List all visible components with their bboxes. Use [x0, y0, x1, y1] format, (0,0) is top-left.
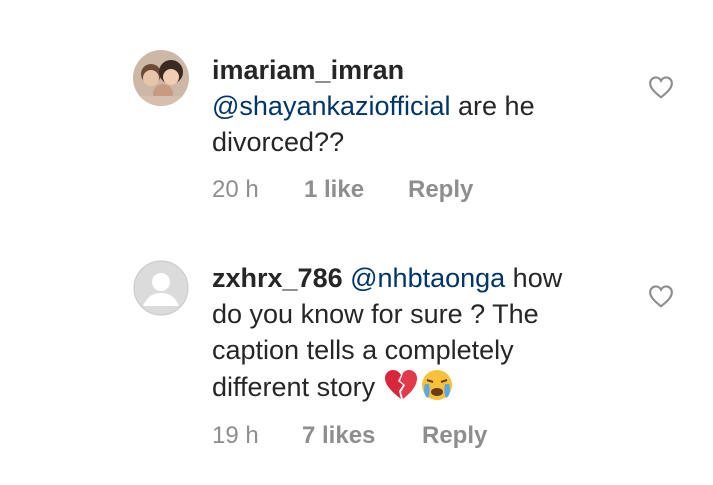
comment-body: do you know for sure ? The — [212, 299, 539, 329]
reply-button[interactable]: Reply — [408, 176, 473, 204]
comment-item: zxhrx_786 @nhbtaonga how do you know for… — [0, 230, 713, 485]
comment-body: how — [505, 263, 563, 293]
comment-mention[interactable]: @shayankazi​official — [212, 91, 451, 121]
comment-item: imariam_imran @shayankazi​official are h… — [0, 0, 713, 230]
reply-button[interactable]: Reply — [422, 422, 487, 450]
comment-likes[interactable]: 7 likes — [302, 422, 375, 450]
heart-outline-icon[interactable] — [648, 75, 674, 99]
comment-username[interactable]: zxhrx_786 — [212, 263, 343, 293]
comment-time: 19 h — [212, 422, 259, 449]
heart-outline-icon[interactable] — [648, 284, 674, 308]
comment-likes[interactable]: 1 like — [304, 176, 364, 204]
comment-text: zxhrx_786 @nhbtaonga how do you know for… — [212, 260, 612, 405]
comment-time: 20 h — [212, 176, 259, 203]
comment-body: divorced?? — [212, 127, 345, 157]
crying-face-emoji — [421, 370, 452, 400]
comment-username[interactable]: imariam_imran — [212, 55, 404, 85]
comment-mention[interactable]: @nhbtaonga — [350, 263, 505, 293]
profile-photo-icon — [133, 50, 189, 106]
comment-text: imariam_imran @shayankazi​official are h… — [212, 52, 612, 160]
avatar[interactable] — [133, 50, 189, 106]
comment-body: are he — [450, 91, 535, 121]
comment-body: different story — [212, 372, 383, 402]
broken-heart-emoji — [384, 370, 417, 399]
comment-body: caption tells a completely — [212, 335, 514, 365]
avatar[interactable] — [133, 260, 189, 316]
default-profile-icon — [133, 260, 189, 316]
